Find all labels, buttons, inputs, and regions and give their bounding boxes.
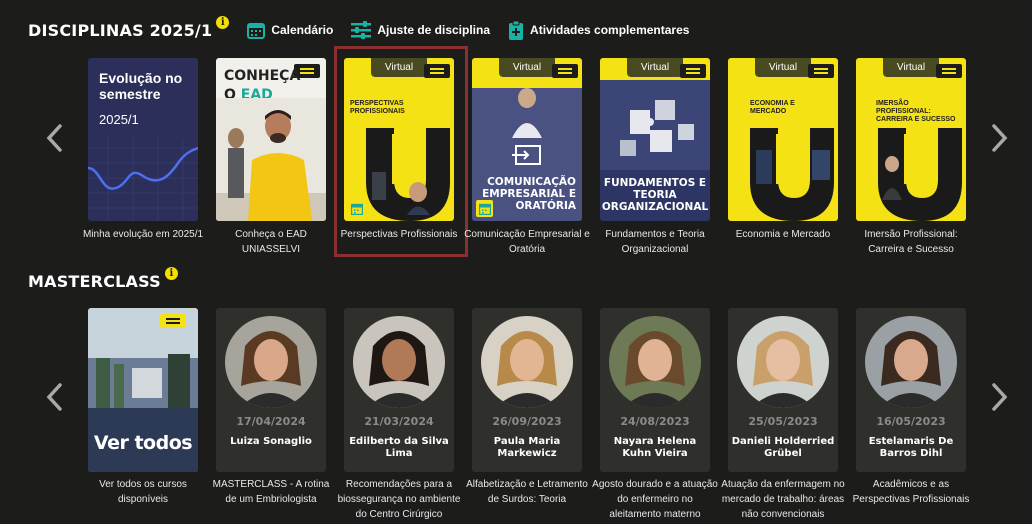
chevron-right-icon bbox=[992, 124, 1008, 152]
course-card-comunicacao[interactable]: Virtual COMUNICAÇÃO EMPRESARIAL E ORATÓR… bbox=[472, 58, 582, 221]
speaker-avatar bbox=[481, 316, 573, 408]
calendario-link[interactable]: Calendário bbox=[247, 21, 333, 39]
masterclass-date: 25/05/2023 bbox=[748, 415, 818, 428]
ver-todos-caption[interactable]: Ver todos os cursos disponíveis bbox=[80, 477, 206, 507]
masterclass-prev-button[interactable] bbox=[42, 377, 66, 417]
masterclass-date: 26/09/2023 bbox=[492, 415, 562, 428]
speaker-avatar bbox=[609, 316, 701, 408]
cover-title: ECONOMIA E MERCADO bbox=[750, 100, 795, 115]
atividades-label: Atividades complementares bbox=[530, 23, 690, 37]
masterclass-caption[interactable]: Acadêmicos e as Perspectivas Profissiona… bbox=[848, 477, 974, 507]
evolucao-period: 2025/1 bbox=[99, 112, 139, 127]
masterclass-caption[interactable]: Atuação da enfermagem no mercado de trab… bbox=[720, 477, 846, 522]
masterclass-next-button[interactable] bbox=[988, 377, 1012, 417]
masterclass-date: 24/08/2023 bbox=[620, 415, 690, 428]
speaker-avatar bbox=[865, 316, 957, 408]
evolucao-title: Evolução no semestre bbox=[99, 70, 183, 102]
cover-art bbox=[878, 128, 962, 221]
calendario-label: Calendário bbox=[271, 23, 334, 37]
course-caption-imersao[interactable]: Imersão Profissional: Carreira e Sucesso bbox=[848, 227, 974, 257]
course-card-imersao[interactable]: Virtual IMERSÃO PROFISSIONAL: CARREIRA E… bbox=[856, 58, 966, 221]
speaker-name: Danieli Holderried Grübel bbox=[731, 436, 835, 459]
conheca-ead-card[interactable]: CONHEÇA O EAD bbox=[216, 58, 326, 221]
virtual-badge: Virtual bbox=[499, 58, 555, 77]
cover-title: FUNDAMENTOS E TEORIA ORGANIZACIONAL bbox=[601, 177, 709, 213]
virtual-badge: Virtual bbox=[627, 58, 683, 77]
speaker-avatar bbox=[737, 316, 829, 408]
masterclass-caption[interactable]: Recomendações para a biossegurança no am… bbox=[336, 477, 462, 522]
cover-art bbox=[750, 128, 834, 221]
masterclass-card[interactable]: 26/09/2023 Paula Maria Markewicz bbox=[472, 308, 582, 472]
course-caption-economia[interactable]: Economia e Mercado bbox=[720, 227, 846, 242]
clipboard-plus-icon bbox=[509, 20, 524, 40]
masterclass-card[interactable]: 16/05/2023 Estelamaris De Barros Dihl bbox=[856, 308, 966, 472]
cover-art bbox=[600, 80, 710, 170]
masterclass-date: 17/04/2024 bbox=[236, 415, 306, 428]
uniasselvi-logo bbox=[680, 64, 706, 78]
masterclass-header: MASTERCLASS i bbox=[28, 267, 178, 291]
disciplinas-header: DISCIPLINAS 2025/1 i Calendário Ajuste d… bbox=[28, 15, 689, 40]
selected-course-highlight bbox=[334, 46, 468, 257]
info-icon[interactable]: i bbox=[216, 15, 230, 29]
speaker-avatar bbox=[225, 316, 317, 408]
virtual-badge: Virtual bbox=[883, 58, 939, 77]
carousel-prev-button[interactable] bbox=[42, 118, 66, 158]
evolucao-card[interactable]: Evolução no semestre 2025/1 bbox=[88, 58, 198, 221]
masterclass-caption[interactable]: Agosto dourado e a atuação do enfermeiro… bbox=[592, 477, 718, 522]
course-caption-fundamentos[interactable]: Fundamentos e Teoria Organizacional bbox=[592, 227, 718, 257]
conheca-caption[interactable]: Conheça o EAD UNIASSELVI bbox=[208, 227, 334, 257]
sliders-icon bbox=[351, 21, 372, 39]
chevron-right-icon bbox=[992, 383, 1008, 411]
masterclass-caption[interactable]: Alfabetização e Letramento de Surdos: Te… bbox=[464, 477, 590, 507]
masterclass-card[interactable]: 21/03/2024 Edilberto da Silva Lima bbox=[344, 308, 454, 472]
speaker-avatar bbox=[353, 316, 445, 408]
speaker-name: Nayara Helena Kuhn Vieira bbox=[613, 436, 697, 459]
calendar-icon[interactable] bbox=[476, 200, 493, 217]
chevron-left-icon bbox=[46, 124, 62, 152]
course-caption-comunicacao[interactable]: Comunicação Empresarial e Oratória bbox=[464, 227, 590, 257]
masterclass-card[interactable]: 25/05/2023 Danieli Holderried Grübel bbox=[728, 308, 838, 472]
conheca-line1: CONHEÇA bbox=[224, 68, 301, 84]
course-card-economia[interactable]: Virtual ECONOMIA E MERCADO bbox=[728, 58, 838, 221]
disciplinas-title: DISCIPLINAS 2025/1 bbox=[28, 20, 213, 40]
masterclass-caption[interactable]: MASTERCLASS - A rotina de um Embriologis… bbox=[208, 477, 334, 507]
speaker-name: Estelamaris De Barros Dihl bbox=[868, 436, 954, 459]
speaker-name: Edilberto da Silva Lima bbox=[349, 436, 449, 459]
masterclass-card[interactable]: 24/08/2023 Nayara Helena Kuhn Vieira bbox=[600, 308, 710, 472]
atividades-complementares-link[interactable]: Atividades complementares bbox=[508, 20, 689, 40]
ver-todos-label: Ver todos bbox=[93, 432, 193, 454]
masterclass-date: 21/03/2024 bbox=[364, 415, 434, 428]
evolucao-caption[interactable]: Minha evolução em 2025/1 bbox=[80, 227, 206, 242]
presenter-photo bbox=[216, 98, 326, 221]
course-card-fundamentos[interactable]: Virtual FUNDAMENTOS E TEORIA ORGANIZACIO… bbox=[600, 58, 710, 221]
ajuste-disciplina-link[interactable]: Ajuste de disciplina bbox=[351, 21, 490, 39]
uniasselvi-logo bbox=[936, 64, 962, 78]
uniasselvi-logo bbox=[552, 64, 578, 78]
masterclass-date: 16/05/2023 bbox=[876, 415, 946, 428]
ver-todos-card[interactable]: Ver todos bbox=[88, 308, 198, 472]
speaker-name: Paula Maria Markewicz bbox=[493, 436, 561, 459]
speaker-name: Luiza Sonaglio bbox=[230, 436, 312, 447]
ajuste-label: Ajuste de disciplina bbox=[377, 23, 491, 37]
chevron-left-icon bbox=[46, 383, 62, 411]
uniasselvi-logo bbox=[808, 64, 834, 78]
carousel-next-button[interactable] bbox=[988, 118, 1012, 158]
masterclass-card[interactable]: 17/04/2024 Luiza Sonaglio bbox=[216, 308, 326, 472]
virtual-badge: Virtual bbox=[755, 58, 811, 77]
evolucao-chart-graphic bbox=[88, 138, 198, 221]
info-icon[interactable]: i bbox=[164, 267, 178, 280]
masterclass-title: MASTERCLASS bbox=[28, 272, 161, 291]
uniasselvi-logo bbox=[160, 314, 186, 328]
calendar-icon bbox=[247, 23, 266, 39]
